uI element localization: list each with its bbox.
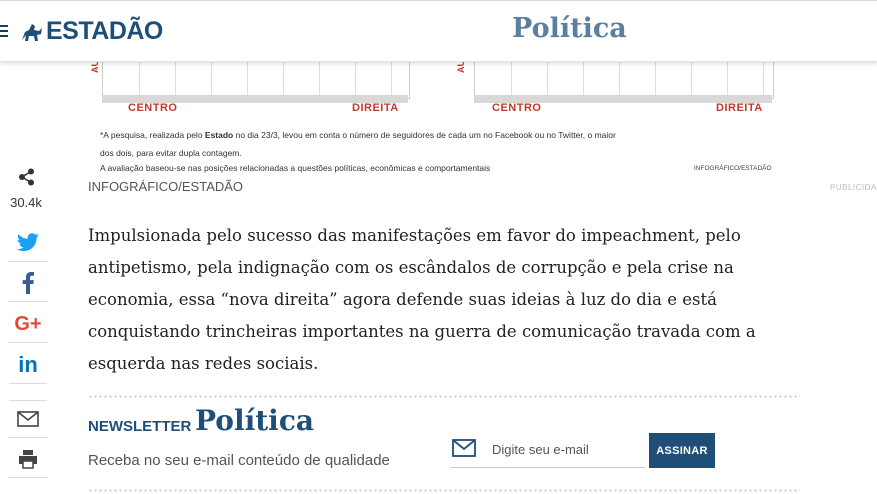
- axis-label-centro-right: CENTRO: [492, 102, 542, 114]
- facebook-share-button[interactable]: [9, 265, 47, 302]
- newsletter-email-field: [450, 435, 645, 468]
- ad-label: PUBLICIDA: [830, 183, 877, 192]
- share-icon[interactable]: [18, 168, 36, 186]
- facebook-icon: [22, 272, 34, 294]
- article-paragraph: Impulsionada pelo sucesso das manifestaç…: [88, 226, 756, 373]
- chart-grid-left: [102, 60, 410, 99]
- infographic-credit-small: INFOGRÁFICO/ESTADÃO: [694, 165, 772, 172]
- printer-icon: [19, 450, 37, 469]
- newsletter-label: NEWSLETTER: [88, 418, 192, 435]
- twitter-share-button[interactable]: [9, 225, 47, 262]
- horse-logo-icon: [22, 23, 42, 41]
- newsletter-subscribe-button[interactable]: ASSINAR: [649, 433, 715, 468]
- menu-icon[interactable]: [0, 25, 8, 40]
- top-header: ESTADÃO Política: [0, 0, 877, 62]
- infographic-image: AU AU CENTRO DIREITA CENTRO DIREITA *A p…: [88, 60, 788, 177]
- print-button[interactable]: [9, 441, 47, 478]
- chart-grid-right: [474, 60, 774, 99]
- twitter-icon: [16, 233, 39, 252]
- section-title[interactable]: Política: [512, 13, 627, 44]
- infographic-note-line2: dos dois, para evitar dupla contagem.: [100, 148, 242, 158]
- axis-label-direita-right: DIREITA: [716, 102, 763, 114]
- logo-text: ESTADÃO: [46, 17, 163, 45]
- newsletter-divider-top: [88, 394, 800, 400]
- envelope-icon: [17, 411, 39, 427]
- axis-label-centro-left: CENTRO: [128, 102, 178, 114]
- linkedin-icon: in: [18, 352, 38, 377]
- newsletter-title: Política: [195, 404, 315, 437]
- linkedin-share-button[interactable]: in: [9, 347, 47, 384]
- image-credit: INFOGRÁFICO/ESTADÃO: [88, 179, 244, 194]
- newsletter-email-input[interactable]: [490, 441, 644, 458]
- axis-label-direita-left: DIREITA: [352, 102, 399, 114]
- site-logo[interactable]: ESTADÃO: [20, 17, 163, 46]
- envelope-icon: [452, 439, 476, 457]
- email-share-button[interactable]: [9, 400, 47, 438]
- google-plus-share-button[interactable]: G+: [9, 306, 47, 343]
- infographic-note-line3: A avaliação baseou-se nas posições relac…: [100, 163, 491, 173]
- newsletter-divider-bottom: [88, 488, 800, 494]
- infographic-note-line1: *A pesquisa, realizada pelo Estado no di…: [100, 130, 616, 140]
- newsletter-subtitle: Receba no seu e-mail conteúdo de qualida…: [88, 452, 390, 469]
- google-plus-icon: G+: [14, 312, 42, 335]
- share-count: 30.4k: [10, 195, 42, 210]
